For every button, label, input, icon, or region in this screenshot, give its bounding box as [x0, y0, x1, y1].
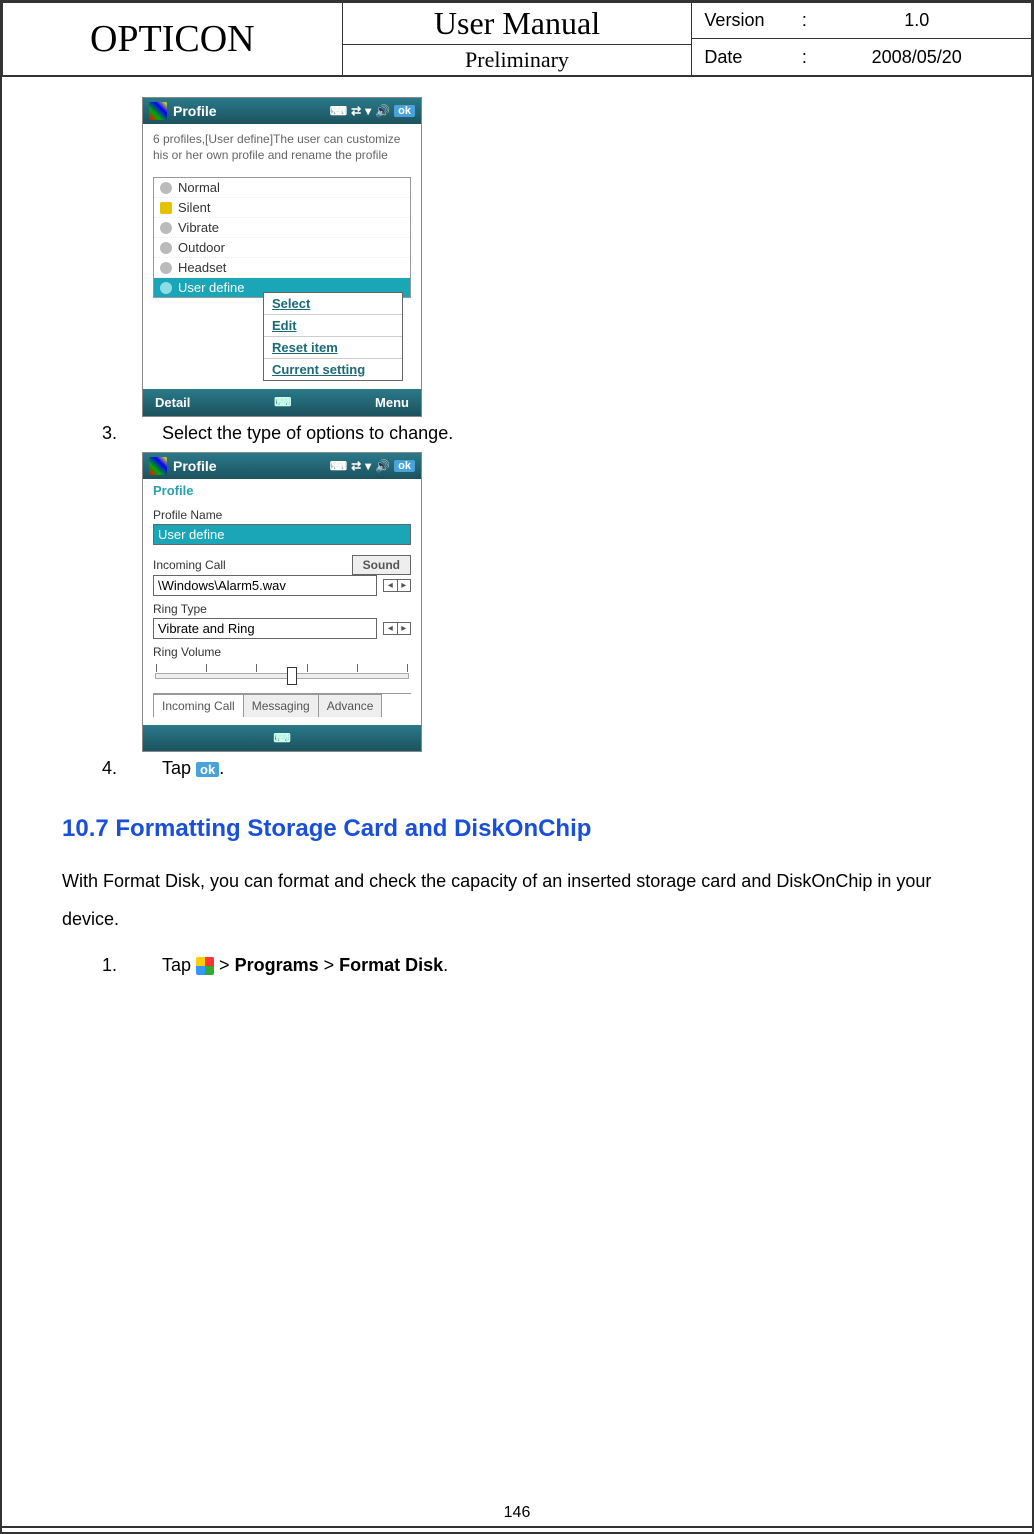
softkey-right[interactable]: Menu	[375, 395, 409, 410]
profile-label: Outdoor	[178, 240, 225, 255]
windows-start-icon	[196, 957, 214, 975]
meta-date-row: Date : 2008/05/20	[692, 39, 1032, 76]
menu-select[interactable]: Select	[264, 293, 402, 315]
context-menu[interactable]: Select Edit Reset item Current setting	[263, 292, 403, 381]
label-ring-volume: Ring Volume	[153, 645, 411, 659]
profile-list[interactable]: Normal Silent Vibrate Outdoor Headset Us…	[153, 177, 411, 298]
step-number: 4.	[102, 758, 162, 779]
text: Tap	[162, 758, 196, 778]
text: .	[443, 955, 448, 975]
profile-item-silent[interactable]: Silent	[154, 198, 410, 218]
section-title: Profile	[143, 479, 421, 502]
title-cell: User Manual Preliminary	[342, 3, 692, 77]
profile-label: User define	[178, 280, 244, 295]
doc-title: User Manual	[343, 3, 692, 45]
step-format-1: 1. Tap > Programs > Format Disk.	[102, 955, 972, 976]
profile-item-normal[interactable]: Normal	[154, 178, 410, 198]
tab-messaging[interactable]: Messaging	[243, 694, 319, 717]
brand: OPTICON	[3, 3, 343, 77]
titlebar[interactable]: Profile ⌨ ⇄ ▾ 🔊 ok	[143, 98, 421, 124]
input-icon: ⌨	[330, 104, 347, 118]
document-header: OPTICON User Manual Preliminary Version …	[2, 2, 1032, 77]
sync-icon: ⇄	[351, 104, 361, 118]
start-icon[interactable]	[149, 102, 167, 120]
sound-button[interactable]: Sound	[352, 555, 411, 575]
screenshot-profile-menu: Profile ⌨ ⇄ ▾ 🔊 ok 6 profiles,[User defi…	[142, 97, 422, 417]
content-area: Profile ⌨ ⇄ ▾ 🔊 ok 6 profiles,[User defi…	[2, 77, 1032, 1004]
step-3: 3. Select the type of options to change.	[102, 423, 972, 444]
menu-edit[interactable]: Edit	[264, 315, 402, 337]
page-number: 146	[2, 1504, 1032, 1522]
sync-icon: ⇄	[351, 459, 361, 473]
step-4: 4. Tap ok.	[102, 758, 972, 779]
ok-button[interactable]: ok	[394, 460, 415, 472]
meta-version-row: Version : 1.0	[692, 3, 1032, 39]
input-icon: ⌨	[330, 459, 347, 473]
signal-icon: ▾	[365, 459, 371, 473]
programs-label: Programs	[235, 955, 319, 975]
status-icons: ⌨ ⇄ ▾ 🔊 ok	[330, 104, 415, 118]
spinner-incoming[interactable]: ◂▸	[383, 579, 411, 592]
format-disk-label: Format Disk	[339, 955, 443, 975]
step-number: 3.	[102, 423, 162, 444]
version-label: Version	[704, 10, 794, 31]
window-title: Profile	[173, 458, 330, 474]
softkey-bar: Detail ⌨ Menu	[143, 389, 421, 416]
tab-incoming-call[interactable]: Incoming Call	[153, 694, 244, 717]
speaker-icon: 🔊	[375, 104, 390, 118]
speaker-icon: 🔊	[375, 459, 390, 473]
text: Tap	[162, 955, 196, 975]
label-incoming-call: Incoming Call	[153, 558, 226, 572]
page: OPTICON User Manual Preliminary Version …	[0, 0, 1034, 1534]
input-profile-name[interactable]: User define	[153, 524, 411, 545]
profile-item-vibrate[interactable]: Vibrate	[154, 218, 410, 238]
date-label: Date	[704, 47, 794, 68]
screenshot-profile-edit: Profile ⌨ ⇄ ▾ 🔊 ok Profile Profile Name …	[142, 452, 422, 752]
doc-subtitle: Preliminary	[343, 45, 692, 75]
menu-current[interactable]: Current setting	[264, 359, 402, 380]
softkey-bar: ⌨	[143, 725, 421, 751]
label-profile-name: Profile Name	[153, 508, 411, 522]
body-paragraph: With Format Disk, you can format and che…	[62, 863, 972, 939]
titlebar[interactable]: Profile ⌨ ⇄ ▾ 🔊 ok	[143, 453, 421, 479]
profile-label: Vibrate	[178, 220, 219, 235]
signal-icon: ▾	[365, 104, 371, 118]
softkey-left[interactable]: Detail	[155, 395, 190, 410]
footer-rule	[2, 1526, 1032, 1528]
profile-label: Silent	[178, 200, 211, 215]
step-text: Tap > Programs > Format Disk.	[162, 955, 972, 976]
start-icon[interactable]	[149, 457, 167, 475]
step-text: Select the type of options to change.	[162, 423, 972, 444]
colon: :	[794, 47, 814, 68]
step-text: Tap ok.	[162, 758, 972, 779]
tab-advance[interactable]: Advance	[318, 694, 383, 717]
slider-ring-volume[interactable]	[155, 673, 409, 679]
status-icons: ⌨ ⇄ ▾ 🔊 ok	[330, 459, 415, 473]
profile-hint: 6 profiles,[User define]The user can cus…	[153, 132, 411, 163]
profile-item-outdoor[interactable]: Outdoor	[154, 238, 410, 258]
profile-label: Headset	[178, 260, 226, 275]
menu-reset[interactable]: Reset item	[264, 337, 402, 359]
section-heading-10-7: 10.7 Formatting Storage Card and DiskOnC…	[62, 815, 972, 843]
text: .	[219, 758, 224, 778]
text: >	[324, 955, 340, 975]
slider-thumb[interactable]	[287, 667, 297, 685]
label-ring-type: Ring Type	[153, 602, 411, 616]
profile-item-headset[interactable]: Headset	[154, 258, 410, 278]
text: >	[219, 955, 235, 975]
keyboard-icon[interactable]: ⌨	[274, 395, 291, 410]
keyboard-icon[interactable]: ⌨	[273, 731, 290, 745]
colon: :	[794, 10, 814, 31]
date-value: 2008/05/20	[814, 47, 1019, 68]
ok-icon: ok	[196, 762, 219, 777]
spinner-ringtype[interactable]: ◂▸	[383, 622, 411, 635]
input-incoming-call[interactable]: \Windows\Alarm5.wav	[153, 575, 377, 596]
tab-bar: Incoming Call Messaging Advance	[153, 693, 411, 717]
profile-label: Normal	[178, 180, 220, 195]
ok-button[interactable]: ok	[394, 105, 415, 117]
step-number: 1.	[102, 955, 162, 976]
window-title: Profile	[173, 103, 330, 119]
input-ring-type[interactable]: Vibrate and Ring	[153, 618, 377, 639]
version-value: 1.0	[814, 10, 1019, 31]
